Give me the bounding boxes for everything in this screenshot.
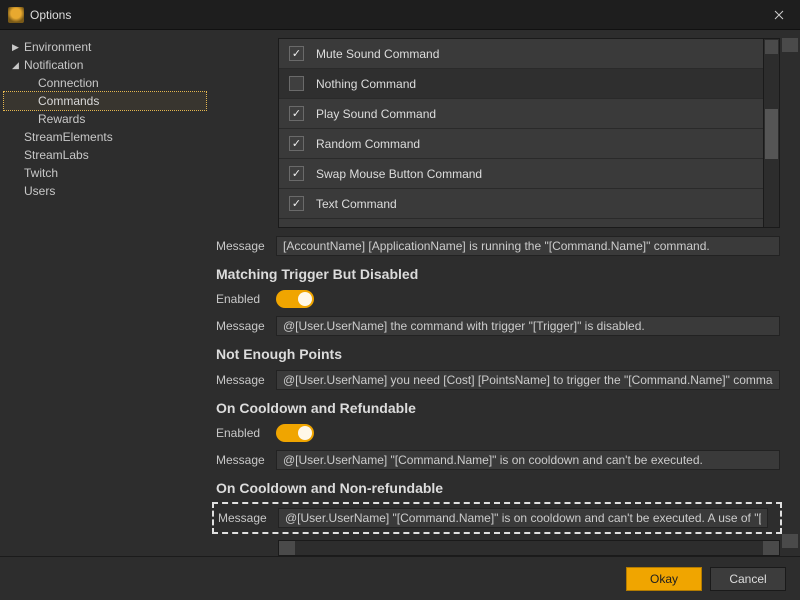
- okay-button[interactable]: Okay: [626, 567, 702, 591]
- sidebar-item-streamlabs[interactable]: StreamLabs: [4, 146, 206, 164]
- section-heading-cooldown-nonrefundable: On Cooldown and Non-refundable: [216, 480, 788, 496]
- sidebar-item-commands[interactable]: Commands: [4, 92, 206, 110]
- message-label: Message: [216, 239, 276, 253]
- cancel-button[interactable]: Cancel: [710, 567, 786, 591]
- window-title: Options: [30, 8, 758, 22]
- message-label: Message: [216, 319, 276, 333]
- command-label: Nothing Command: [316, 77, 416, 91]
- trigger-disabled-message-input[interactable]: [276, 316, 780, 336]
- titlebar: Options: [0, 0, 800, 30]
- horizontal-scrollbar[interactable]: [278, 540, 780, 556]
- command-row[interactable]: Play Sound Command: [279, 99, 763, 129]
- command-row[interactable]: Text Command: [279, 189, 763, 219]
- scroll-right-icon[interactable]: [763, 541, 779, 555]
- command-row[interactable]: Nothing Command: [279, 69, 763, 99]
- sidebar-item-label: StreamLabs: [24, 148, 89, 162]
- checkbox-icon[interactable]: [289, 76, 304, 91]
- message-label: Message: [216, 453, 276, 467]
- sidebar-item-label: Rewards: [38, 112, 85, 126]
- trigger-disabled-enabled-toggle[interactable]: [276, 290, 314, 308]
- checkbox-icon[interactable]: [289, 196, 304, 211]
- sidebar-item-users[interactable]: Users: [4, 182, 206, 200]
- sidebar-item-label: Connection: [38, 76, 99, 90]
- not-enough-points-message-input[interactable]: [276, 370, 780, 390]
- command-label: Swap Mouse Button Command: [316, 167, 482, 181]
- section-heading-cooldown-refundable: On Cooldown and Refundable: [216, 400, 788, 416]
- sidebar-item-label: Users: [24, 184, 55, 198]
- dialog-footer: Okay Cancel: [0, 556, 800, 600]
- panel-scrollbar[interactable]: [782, 38, 798, 548]
- scroll-up-icon[interactable]: [782, 38, 798, 52]
- sidebar-tree: ▶ Environment ◢ Notification Connection …: [0, 30, 210, 556]
- enabled-label: Enabled: [216, 426, 276, 440]
- message-label: Message: [218, 511, 278, 525]
- sidebar-item-label: Twitch: [24, 166, 58, 180]
- scroll-down-icon[interactable]: [782, 534, 798, 548]
- cooldown-refundable-message-input[interactable]: [276, 450, 780, 470]
- sidebar-item-notification[interactable]: ◢ Notification: [4, 56, 206, 74]
- message-label: Message: [216, 373, 276, 387]
- highlight-callout: Message: [212, 502, 782, 534]
- command-row[interactable]: Random Command: [279, 129, 763, 159]
- scroll-up-icon[interactable]: [765, 40, 778, 54]
- sidebar-item-environment[interactable]: ▶ Environment: [4, 38, 206, 56]
- enabled-label: Enabled: [216, 292, 276, 306]
- content-panel: Mute Sound Command Nothing Command Play …: [210, 30, 800, 556]
- sidebar-item-label: StreamElements: [24, 130, 113, 144]
- command-label: Mute Sound Command: [316, 47, 439, 61]
- command-label: Play Sound Command: [316, 107, 436, 121]
- close-icon: [774, 10, 784, 20]
- section-heading-not-enough-points: Not Enough Points: [216, 346, 788, 362]
- command-list-scrollbar[interactable]: [763, 39, 779, 227]
- sidebar-item-label: Notification: [24, 58, 83, 72]
- checkbox-icon[interactable]: [289, 166, 304, 181]
- section-heading-trigger-disabled: Matching Trigger But Disabled: [216, 266, 788, 282]
- cooldown-refundable-enabled-toggle[interactable]: [276, 424, 314, 442]
- scroll-thumb[interactable]: [765, 109, 778, 159]
- sidebar-item-connection[interactable]: Connection: [4, 74, 206, 92]
- chevron-right-icon: ▶: [12, 42, 22, 53]
- command-list: Mute Sound Command Nothing Command Play …: [278, 38, 780, 228]
- sidebar-item-streamelements[interactable]: StreamElements: [4, 128, 206, 146]
- sidebar-item-rewards[interactable]: Rewards: [4, 110, 206, 128]
- command-label: Random Command: [316, 137, 420, 151]
- sidebar-item-label: Environment: [24, 40, 91, 54]
- checkbox-icon[interactable]: [289, 106, 304, 121]
- app-icon: [8, 7, 24, 23]
- checkbox-icon[interactable]: [289, 46, 304, 61]
- close-button[interactable]: [758, 0, 800, 30]
- checkbox-icon[interactable]: [289, 136, 304, 151]
- command-label: Text Command: [316, 197, 397, 211]
- sidebar-item-twitch[interactable]: Twitch: [4, 164, 206, 182]
- scroll-left-icon[interactable]: [279, 541, 295, 555]
- running-message-input[interactable]: [276, 236, 780, 256]
- command-row[interactable]: Swap Mouse Button Command: [279, 159, 763, 189]
- command-row[interactable]: Mute Sound Command: [279, 39, 763, 69]
- sidebar-item-label: Commands: [38, 94, 99, 108]
- cooldown-nonrefundable-message-input[interactable]: [278, 508, 768, 528]
- chevron-down-icon: ◢: [12, 60, 22, 71]
